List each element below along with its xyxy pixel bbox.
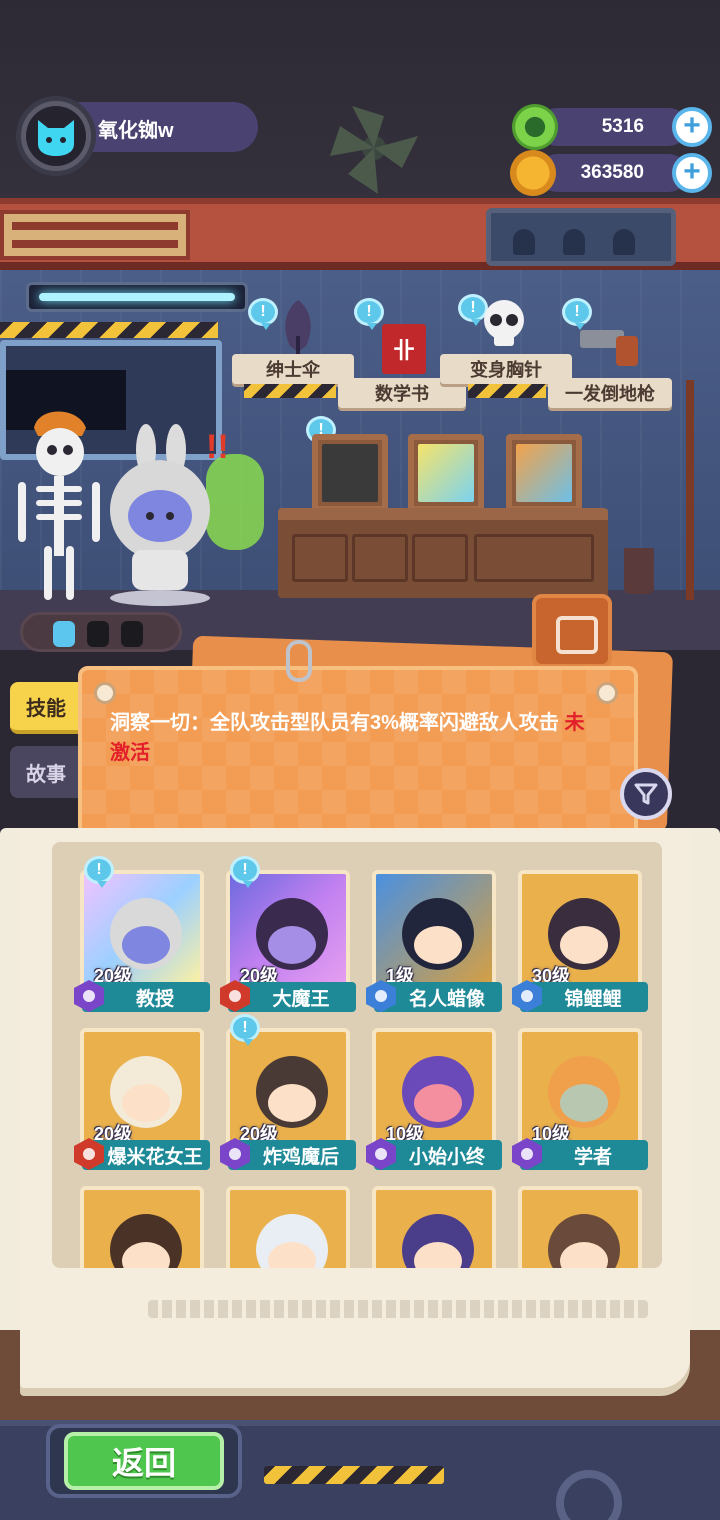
lightning-icon <box>53 621 75 647</box>
hazard-stripe <box>0 322 218 338</box>
paperclip-icon <box>286 640 312 682</box>
alert-icon: ! <box>230 1014 260 1046</box>
coat-rack <box>686 380 694 600</box>
desk <box>278 508 608 598</box>
umbrella-icon[interactable] <box>276 296 320 356</box>
skeleton-npc[interactable] <box>8 386 108 606</box>
character-card[interactable] <box>512 1180 648 1268</box>
character-card[interactable]: 10级 小始小终 <box>366 1022 502 1170</box>
coin-value: 363580 <box>580 162 644 183</box>
character-card[interactable] <box>74 1180 210 1268</box>
neon-light <box>26 282 248 312</box>
hazard-stripe <box>264 1466 444 1484</box>
character-card[interactable]: 20级 教授 ! <box>74 856 210 1012</box>
ghost-panel <box>486 208 676 266</box>
equipment-label: 绅士伞 <box>232 354 354 384</box>
back-button[interactable]: 返回 <box>64 1432 224 1490</box>
filter-icon <box>634 783 658 805</box>
skill-slots <box>20 612 182 652</box>
coin-planet-icon <box>510 150 556 196</box>
svg-text:!!: !! <box>206 428 229 466</box>
empty-slot <box>121 621 143 647</box>
faded-book-text <box>148 1300 648 1318</box>
ghost-icon <box>513 229 535 255</box>
hazard-stripe <box>244 384 336 398</box>
character-grid: 20级 教授 ! 20级 大魔王 ! 1级 名人蜡像 30级 锦鲤鲤 20级 爆… <box>52 842 662 1268</box>
character-card[interactable]: 20级 大魔王 ! <box>220 856 356 1012</box>
card-switch-button[interactable] <box>532 594 612 668</box>
character-card[interactable]: 30级 锦鲤鲤 <box>512 864 648 1012</box>
character-card[interactable]: 20级 炸鸡魔后 ! <box>220 1014 356 1170</box>
tab-skills[interactable]: 技能 <box>10 682 82 734</box>
add-gems-button[interactable]: + <box>672 107 712 147</box>
pin-icon <box>596 682 618 704</box>
math-book-icon[interactable]: 卝 <box>382 324 426 374</box>
gem-icon <box>512 104 558 150</box>
plant-icon <box>624 548 654 594</box>
tab-story[interactable]: 故事 <box>10 746 82 798</box>
cat-avatar-icon <box>38 120 74 156</box>
gem-value: 5316 <box>601 116 644 137</box>
alert-icon: ! <box>230 856 260 888</box>
character-card[interactable]: 20级 爆米花女王 <box>74 1022 210 1170</box>
skull-brooch-icon[interactable] <box>480 298 528 350</box>
ghost-icon <box>613 229 635 255</box>
photo-frame[interactable] <box>312 434 388 512</box>
equipment-label: 一发倒地枪 <box>548 378 672 408</box>
photo-frame[interactable] <box>506 434 582 512</box>
photo-frame[interactable] <box>408 434 484 512</box>
skill-text: 洞察一切：全队攻击型队员有3%概率闪避敌人攻击 <box>110 712 559 734</box>
vent-panel <box>0 210 190 260</box>
hazard-stripe <box>468 384 546 398</box>
character-card[interactable]: 10级 学者 <box>512 1022 648 1170</box>
character-card[interactable]: 1级 名人蜡像 <box>366 864 502 1012</box>
add-coins-button[interactable]: + <box>672 153 712 193</box>
skill-description: 洞察一切：全队攻击型队员有3%概率闪避敌人攻击 未激活 <box>110 708 596 768</box>
avatar[interactable] <box>16 96 96 176</box>
filter-button[interactable] <box>620 768 672 820</box>
pin-icon <box>94 682 116 704</box>
alert-icon: ! <box>84 856 114 888</box>
alert-icon: ! <box>248 298 278 330</box>
hero-character[interactable]: !! <box>96 420 266 610</box>
empty-slot <box>87 621 109 647</box>
ghost-icon <box>563 229 585 255</box>
character-card[interactable] <box>220 1180 356 1268</box>
wall-fan-icon <box>330 106 418 194</box>
alert-icon: ! <box>354 298 384 330</box>
character-card[interactable] <box>366 1180 502 1268</box>
gem-counter: 5316 <box>538 108 688 146</box>
coin-counter: 363580 <box>538 154 688 192</box>
player-name: 氧化铷w <box>98 120 174 142</box>
gun-icon[interactable] <box>578 322 644 372</box>
